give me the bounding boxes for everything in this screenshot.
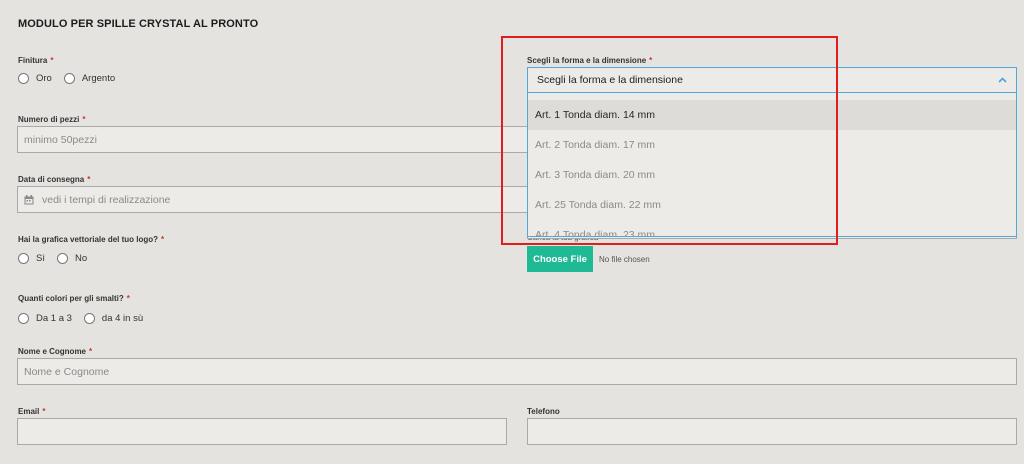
radio-1-3[interactable] [18, 313, 29, 324]
grafica-label-text: Hai la grafica vettoriale del tuo logo? [18, 235, 159, 244]
numero-pezzi-placeholder: minimo 50pezzi [24, 133, 97, 146]
email-label-text: Email [18, 407, 40, 416]
finitura-label-text: Finitura [18, 56, 48, 65]
data-consegna-placeholder: vedi i tempi di realizzazione [42, 193, 171, 206]
email-input[interactable] [17, 418, 507, 445]
colori-label-text: Quanti colori per gli smalti? [18, 294, 124, 303]
telefono-label-text: Telefono [527, 407, 560, 416]
form-title: MODULO PER SPILLE CRYSTAL AL PRONTO [18, 18, 259, 30]
calendar-icon [24, 194, 34, 205]
nome-input[interactable]: Nome e Cognome [17, 358, 1017, 385]
grafica-options: Sì No [18, 253, 99, 264]
file-status: No file chosen [599, 255, 650, 264]
required-mark: * [126, 294, 130, 303]
numero-pezzi-label: Numero di pezzi * [18, 115, 85, 124]
radio-argento-label: Argento [81, 73, 116, 84]
nome-label-text: Nome e Cognome [18, 347, 87, 356]
numero-pezzi-input[interactable]: minimo 50pezzi [17, 126, 528, 153]
radio-no[interactable] [56, 253, 68, 264]
radio-oro[interactable] [18, 73, 29, 84]
required-mark: * [87, 175, 91, 184]
radio-4-plus[interactable] [83, 313, 95, 324]
required-mark: * [161, 235, 165, 244]
telefono-label: Telefono [527, 407, 560, 416]
nome-label: Nome e Cognome * [18, 347, 92, 356]
required-mark: * [82, 115, 86, 124]
radio-argento[interactable] [63, 73, 75, 84]
radio-no-label: No [74, 253, 88, 264]
grafica-label: Hai la grafica vettoriale del tuo logo? * [18, 235, 164, 244]
required-mark: * [89, 347, 93, 356]
radio-oro-label: Oro [36, 73, 52, 84]
colori-options: Da 1 a 3 da 4 in sù [18, 313, 155, 324]
telefono-input[interactable] [527, 418, 1017, 445]
colori-label: Quanti colori per gli smalti? * [18, 294, 130, 303]
finitura-options: Oro Argento [18, 73, 127, 84]
radio-si[interactable] [18, 253, 29, 264]
nome-placeholder: Nome e Cognome [24, 365, 110, 378]
highlight-box [501, 36, 838, 245]
finitura-label: Finitura * [18, 56, 53, 65]
radio-4-plus-label: da 4 in sù [101, 313, 144, 324]
data-consegna-label: Data di consegna * [18, 175, 90, 184]
chevron-up-icon[interactable] [998, 75, 1007, 85]
required-mark: * [42, 407, 46, 416]
data-consegna-input[interactable]: vedi i tempi di realizzazione [17, 186, 528, 213]
radio-1-3-label: Da 1 a 3 [36, 313, 72, 324]
numero-pezzi-label-text: Numero di pezzi [18, 115, 80, 124]
radio-si-label: Sì [36, 253, 45, 264]
choose-file-button[interactable]: Choose File [527, 246, 593, 272]
data-consegna-label-text: Data di consegna [18, 175, 85, 184]
email-label: Email * [18, 407, 45, 416]
required-mark: * [50, 56, 54, 65]
